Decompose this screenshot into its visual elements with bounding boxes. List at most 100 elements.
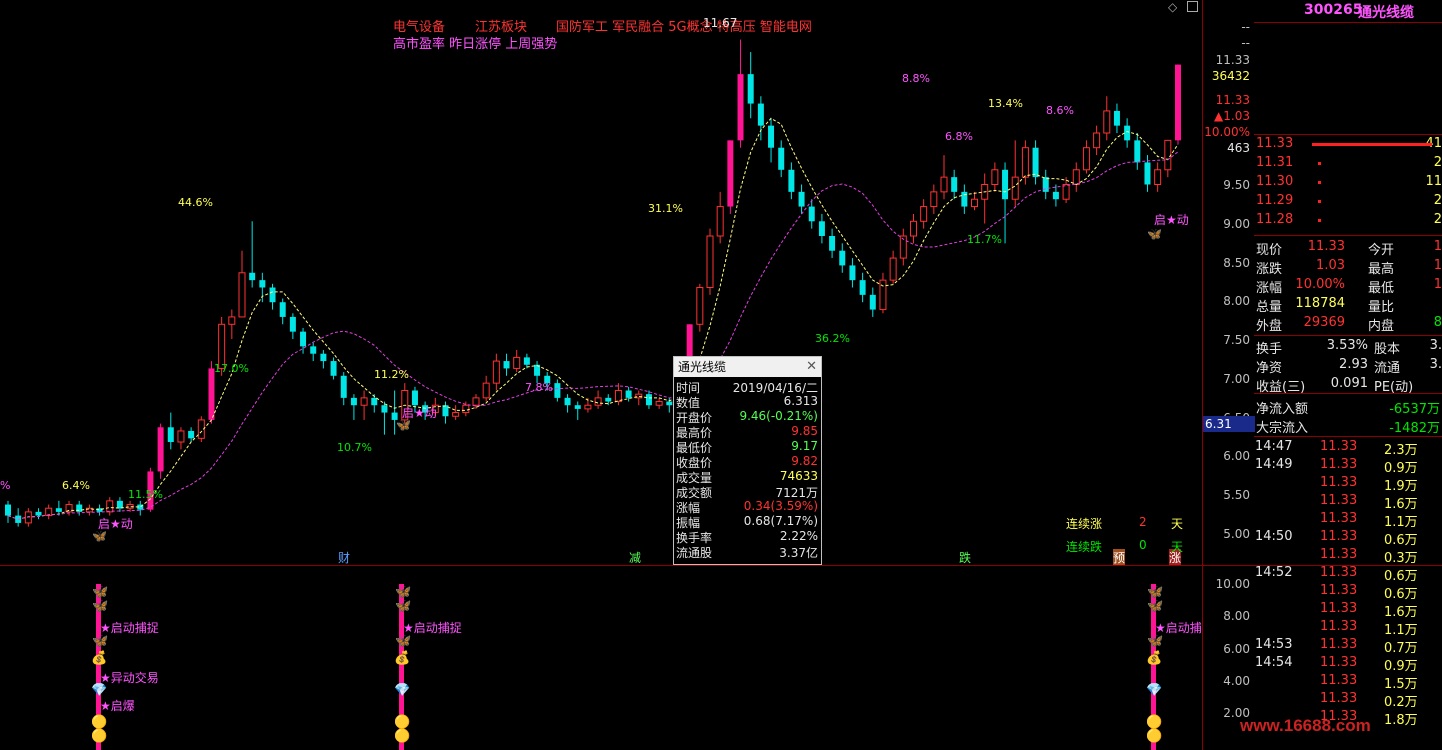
tick-volume: 0.9万 [1384,659,1418,674]
event-marker[interactable]: 预 [1113,549,1126,566]
tick-volume: 2.3万 [1384,443,1418,458]
stat-key: 股本 [1374,342,1401,357]
book-price: 11.31 [1256,155,1294,170]
stat-key: 内盘 [1368,319,1395,334]
stat-row: 收益(三) 0.091 PE(动) [1254,376,1442,395]
pct-label: 11.5% [128,488,163,501]
streak-up-value: 2 [1139,515,1147,529]
signal-label: ★异动交易 [100,671,159,685]
event-marker[interactable]: 跌 [959,549,971,566]
stat-value: 2.93 [1339,357,1368,372]
qidong-label: 启★动 [1154,213,1189,227]
flow-key: 大宗流入 [1256,421,1309,436]
candle-body [625,390,632,398]
stat-key: 外盘 [1256,319,1283,334]
butterfly-icon: 🦋 🦋 [395,585,412,614]
butterfly-icon: 🦋 [396,418,411,432]
pct-label: 13.4% [988,97,1023,110]
volume-bar [1318,162,1321,165]
stat-value: 11.33 [1307,239,1345,254]
candle-body [666,401,673,406]
order-book-row: 11.30 11 [1254,174,1442,192]
candle-body [909,220,917,237]
candle-body [371,397,378,406]
square-icon[interactable] [1187,1,1198,12]
stat-key: 涨跌 [1256,262,1283,277]
data-tooltip[interactable]: 通光线缆 ✕ 时间 2019/04/16/二 数值 6.313 开盘价 9.46(-0.2… [673,356,822,565]
price-tick: 9.50 [1223,178,1250,192]
volume-bar [1318,200,1321,203]
stat-key: 换手 [1256,342,1283,357]
candle-body [1082,147,1090,171]
stat-row: 涨跌 1.03 最高 1 [1254,258,1442,277]
candle-body [523,357,530,365]
tooltip-value: 0.34(3.59%) [743,499,818,513]
streak-down-value: 0 [1139,538,1147,552]
tooltip-row: 数值 6.313 [674,394,821,410]
candle-body [442,405,449,417]
stat-row: 现价 11.33 今开 1 [1254,239,1442,258]
tick-volume: 1.6万 [1384,605,1418,620]
event-marker[interactable]: 减 [629,549,641,566]
volume-bar [1318,181,1321,184]
tooltip-value: 3.37亿 [779,546,818,560]
stat-value: 1 [1433,239,1442,254]
candle-body [1134,140,1141,163]
candle-body [340,375,347,398]
candle-body [859,280,866,295]
info-value: -- [1241,20,1250,34]
streak-down-label: 连续跌 [1066,540,1103,554]
pct-label: 36.2% [815,332,850,345]
tick-price: 11.33 [1320,637,1358,652]
candle-body [482,382,490,399]
tick-row: 11.33 1.1万 [1254,511,1442,530]
butterfly-icon: 🦋 🦋 [92,585,109,614]
tick-volume: 0.9万 [1384,461,1418,476]
candle-body [350,397,357,406]
tick-price: 11.33 [1320,601,1358,616]
divider [1254,436,1442,437]
signal-label: ★启动捕捉 [100,621,159,635]
tick-row: 14:52 11.33 0.6万 [1254,565,1442,584]
diamond-icon[interactable]: ◇ [1168,0,1177,14]
candles-group [5,39,1181,527]
candle-body [940,176,948,193]
flow-row: 大宗流入 -1482万 [1254,417,1442,436]
tooltip-value: 2.22% [779,529,818,543]
indicator-chart[interactable] [0,566,1202,750]
tick-row: 14:50 11.33 0.6万 [1254,529,1442,548]
price-tick: 5.50 [1223,488,1250,502]
candle-body [818,221,825,236]
kline-chart[interactable] [0,0,1202,565]
tick-price: 11.33 [1320,529,1358,544]
tick-row: 14:53 11.33 0.7万 [1254,637,1442,656]
tick-time: 14:49 [1255,457,1293,472]
candle-body [330,361,337,376]
candle-body [655,401,663,406]
volume-bar [1312,143,1432,146]
candle-body [513,356,521,369]
candle-body [778,147,785,170]
price-tick: 7.50 [1223,333,1250,347]
price-tick: 7.00 [1223,372,1250,386]
close-icon[interactable]: ✕ [806,359,817,374]
tick-volume: 1.1万 [1384,515,1418,530]
event-marker[interactable]: 财 [338,549,350,566]
candle-body [360,397,368,406]
tooltip-row: 振幅 0.68(7.17%) [674,514,821,530]
candle-body [747,74,754,104]
tick-volume: 1.6万 [1384,497,1418,512]
pct-label: 44.6% [178,196,213,209]
price-tick: 9.00 [1223,217,1250,231]
stat-key: 最低 [1368,281,1395,296]
stat-row: 涨幅 10.00% 最低 1 [1254,277,1442,296]
pct-label: 8.6% [1046,104,1074,117]
tick-volume: 0.6万 [1384,587,1418,602]
flow-value: -6537万 [1389,402,1440,417]
flow-value: -1482万 [1389,421,1440,436]
candle-body [1144,162,1151,185]
stat-value: 118784 [1295,296,1345,311]
pct-label: % [0,479,11,492]
coin-icon: 🟡 🟡 [394,715,411,744]
candle-body [1011,176,1019,200]
